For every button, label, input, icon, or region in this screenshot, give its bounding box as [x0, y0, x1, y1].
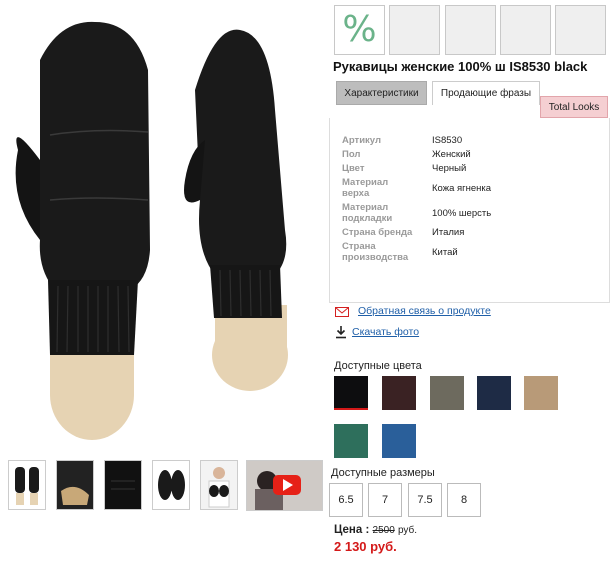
color-placeholder-1[interactable] — [389, 5, 440, 55]
color-placeholder-2[interactable] — [445, 5, 496, 55]
spec-row: Цвет Черный — [342, 163, 491, 174]
product-title: Рукавицы женские 100% ш IS8530 black — [333, 59, 588, 74]
spec-row: Материал подкладки 100% шерсть — [342, 202, 491, 224]
color-swatch-green[interactable] — [334, 424, 368, 458]
thumbnail-1[interactable] — [8, 460, 46, 510]
spec-key: Пол — [342, 149, 361, 160]
spec-key: Страна бренда — [342, 227, 413, 238]
spec-key: Страна производства — [342, 241, 409, 263]
feedback-link[interactable]: Обратная связь о продукте — [358, 305, 491, 317]
size-option[interactable]: 8 — [447, 483, 481, 517]
color-swatch-blue[interactable] — [382, 424, 416, 458]
spec-value: Италия — [432, 227, 465, 238]
sizes-label: Доступные размеры — [331, 467, 435, 479]
download-icon — [336, 326, 346, 339]
spec-key: Материал верха — [342, 177, 389, 199]
color-swatch-beige[interactable] — [524, 376, 558, 410]
spec-row: Страна производства Китай — [342, 241, 491, 263]
current-price: 2 130 руб. — [334, 539, 397, 554]
spec-row: Материал верха Кожа ягненка — [342, 177, 491, 199]
spec-row: Страна бренда Италия — [342, 227, 491, 238]
color-placeholder-4[interactable] — [555, 5, 606, 55]
spec-value: 100% шерсть — [432, 207, 492, 219]
size-option[interactable]: 7 — [368, 483, 402, 517]
old-price: 2500 — [372, 525, 395, 536]
spec-row: Пол Женский — [342, 149, 491, 160]
main-product-image[interactable] — [0, 0, 325, 445]
tab-characteristics[interactable]: Характеристики — [336, 81, 427, 105]
colors-label: Доступные цвета — [334, 360, 422, 372]
price-label: Цена : — [334, 524, 370, 536]
price-line: Цена : 2500 руб. — [334, 524, 417, 536]
spec-value: Кожа ягненка — [432, 182, 492, 194]
currency-label: руб. — [397, 525, 418, 536]
tab-total-looks[interactable]: Total Looks — [540, 96, 608, 118]
thumbnail-5[interactable] — [200, 460, 238, 510]
spec-value: IS8530 — [432, 135, 463, 146]
color-placeholder-3[interactable] — [500, 5, 551, 55]
color-swatch-black[interactable] — [334, 376, 368, 410]
spec-key: Материал подкладки — [342, 202, 393, 224]
specs-table: Артикул IS8530 Пол Женский Цвет Черный Мате… — [342, 135, 491, 266]
thumbnail-4[interactable] — [152, 460, 190, 510]
thumbnail-2[interactable] — [56, 460, 94, 510]
color-swatch-brown[interactable] — [382, 376, 416, 410]
discount-badge: % — [334, 5, 385, 55]
size-option[interactable]: 6.5 — [329, 483, 363, 517]
spec-value: Черный — [432, 163, 467, 174]
size-option[interactable]: 7.5 — [408, 483, 442, 517]
color-swatch-grey[interactable] — [430, 376, 464, 410]
spec-value: Женский — [432, 149, 471, 160]
video-thumbnail[interactable] — [246, 460, 323, 511]
spec-key: Артикул — [342, 135, 381, 146]
color-swatch-navy[interactable] — [477, 376, 511, 410]
download-photo-link[interactable]: Скачать фото — [352, 326, 419, 338]
envelope-icon — [335, 307, 349, 317]
tab-selling-phrases[interactable]: Продающие фразы — [432, 81, 540, 105]
spec-key: Цвет — [342, 163, 365, 174]
spec-row: Артикул IS8530 — [342, 135, 491, 146]
spec-value: Китай — [432, 246, 458, 258]
thumbnail-3[interactable] — [104, 460, 142, 510]
